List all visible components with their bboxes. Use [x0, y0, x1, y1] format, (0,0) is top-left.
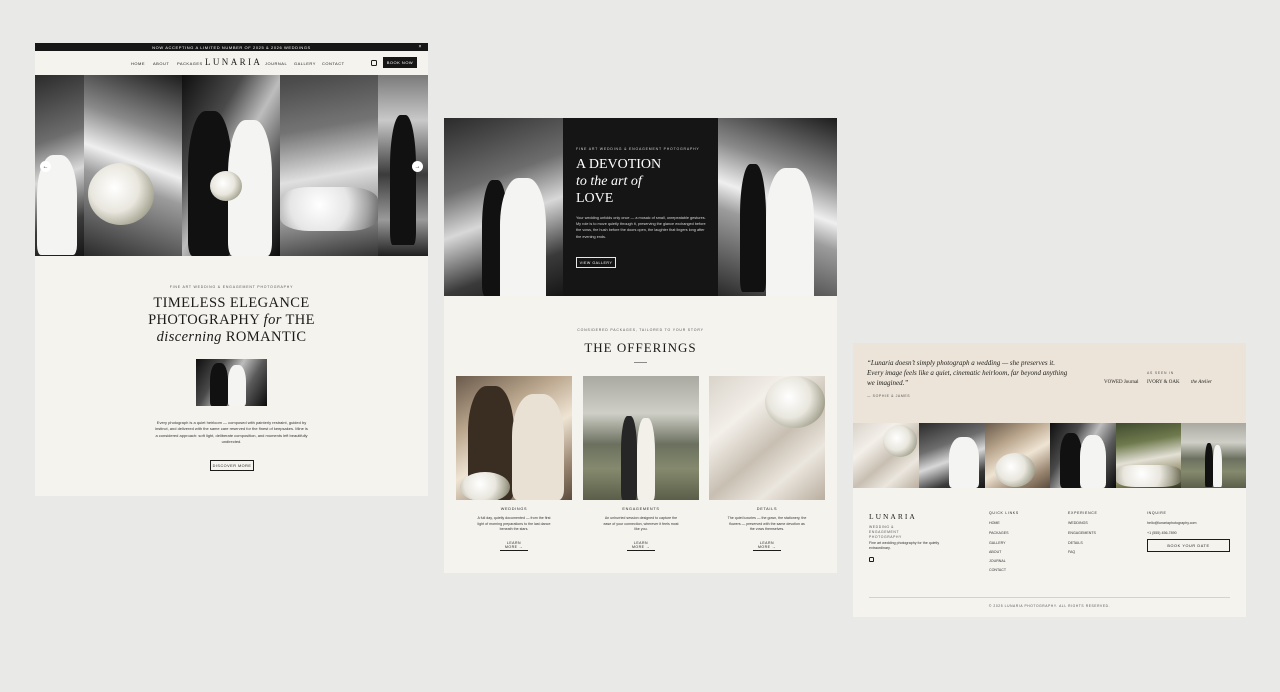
weddings-learn-more-link[interactable]: LEARN MORE →	[500, 541, 528, 551]
offering-body-weddings: A full day, quietly documented — from th…	[477, 516, 551, 532]
intro-paragraph: Every photograph is a quiet heirloom — c…	[155, 420, 308, 445]
intro-photo	[196, 359, 267, 406]
feed-photo-4	[1050, 423, 1116, 488]
footer-link-packages[interactable]: PACKAGES	[989, 531, 1009, 535]
testimonial-quote: “Lunaria doesn’t simply photograph a wed…	[867, 359, 1068, 387]
site-logo[interactable]: LUNARIA	[205, 57, 262, 67]
devotion-photo-right	[718, 118, 837, 296]
discover-more-button[interactable]: DISCOVER MORE	[210, 460, 254, 471]
nav-home[interactable]: HOME	[131, 61, 145, 66]
book-now-button[interactable]: BOOK NOW	[383, 57, 417, 68]
footer-preview: “Lunaria doesn’t simply photograph a wed…	[853, 343, 1246, 617]
details-learn-more-link[interactable]: LEARN MORE →	[753, 541, 781, 551]
main-nav: HOME ABOUT PACKAGES LUNARIA JOURNAL GALL…	[35, 51, 428, 75]
footer-link-contact[interactable]: CONTACT	[989, 568, 1006, 572]
footer-link-about[interactable]: ABOUT	[989, 550, 1001, 554]
offering-title-weddings: WEDDINGS	[500, 507, 528, 511]
as-seen-in-label: AS SEEN IN	[1147, 371, 1175, 375]
headline-line-2: PHOTOGRAPHY for THE	[148, 312, 315, 328]
footer-link-weddings[interactable]: WEDDINGS	[1068, 521, 1088, 525]
feed-photo-3	[985, 423, 1050, 488]
view-gallery-button[interactable]: VIEW GALLERY	[576, 257, 616, 268]
testimonial-band: “Lunaria doesn’t simply photograph a wed…	[853, 343, 1246, 423]
feed-photo-1	[853, 423, 919, 488]
testimonial-attribution: — SOPHIE & JAMES	[867, 394, 911, 398]
close-icon[interactable]: ×	[418, 44, 422, 50]
feed-photo-2	[919, 423, 985, 488]
devotion-text-block: FINE ART WEDDING & ENGAGEMENT PHOTOGRAPH…	[563, 118, 718, 296]
headline-line-3: discerning ROMANTIC	[156, 329, 307, 345]
nav-contact[interactable]: CONTACT	[322, 61, 345, 66]
footer-description: Fine art wedding photography for the qui…	[869, 541, 940, 551]
offering-title-details: DETAILS	[756, 507, 778, 511]
devotion-photo-left	[444, 118, 563, 296]
press-logo-ivory-oak: IVORY & OAK	[1147, 380, 1180, 385]
instagram-icon[interactable]	[869, 557, 874, 562]
nav-packages[interactable]: PACKAGES	[177, 61, 203, 66]
footer-link-gallery[interactable]: GALLERY	[989, 541, 1006, 545]
hero-photo-3	[182, 75, 280, 256]
homepage-preview: NOW ACCEPTING A LIMITED NUMBER OF 2025 &…	[35, 43, 428, 496]
offerings-preview: FINE ART WEDDING & ENGAGEMENT PHOTOGRAPH…	[444, 118, 837, 573]
footer-link-journal[interactable]: JOURNAL	[989, 559, 1006, 563]
engagements-learn-more-link[interactable]: LEARN MORE →	[627, 541, 655, 551]
feed-photo-5	[1116, 423, 1181, 488]
quick-links-heading: QUICK LINKS	[989, 511, 1019, 515]
nav-journal[interactable]: JOURNAL	[265, 61, 287, 66]
feed-photo-6	[1181, 423, 1246, 488]
footer-phone-link[interactable]: +1 (555) 456-7890	[1147, 531, 1177, 535]
slider-next-arrow-icon[interactable]: →	[412, 161, 423, 172]
footer-link-details[interactable]: DETAILS	[1068, 541, 1083, 545]
offerings-eyebrow: CONSIDERED PACKAGES, TAILORED TO YOUR ST…	[577, 328, 704, 332]
footer-link-home[interactable]: HOME	[989, 521, 1000, 525]
nav-about[interactable]: ABOUT	[153, 61, 169, 66]
instagram-icon[interactable]	[371, 60, 377, 66]
announcement-bar: NOW ACCEPTING A LIMITED NUMBER OF 2025 &…	[35, 43, 428, 51]
book-your-date-button[interactable]: BOOK YOUR DATE	[1147, 539, 1230, 552]
footer-email-link[interactable]: hello@lunariaphotography.com	[1147, 521, 1197, 525]
engagements-photo	[583, 376, 699, 500]
offering-body-engagements: An unhurried session designed to capture…	[603, 516, 679, 532]
devotion-title: A DEVOTION to the art of LOVE	[576, 157, 662, 206]
footer-link-faq[interactable]: FAQ	[1068, 550, 1075, 554]
title-divider	[634, 362, 647, 363]
offering-title-engagements: ENGAGEMENTS	[622, 507, 660, 511]
offering-body-details: The quiet luxuries — the gown, the stati…	[727, 516, 807, 532]
footer-divider	[869, 597, 1230, 598]
details-photo	[709, 376, 825, 500]
footer-subtitle: WEDDING & ENGAGEMENT PHOTOGRAPHY	[869, 525, 902, 539]
hero-headline: TIMELESS ELEGANCE PHOTOGRAPHY for THE di…	[35, 295, 428, 346]
nav-gallery[interactable]: GALLERY	[294, 61, 316, 66]
hero-photo-2	[84, 75, 182, 256]
hero-photo-4	[280, 75, 378, 256]
weddings-photo	[456, 376, 572, 500]
footer-logo[interactable]: LUNARIA	[869, 512, 917, 521]
hero-eyebrow: FINE ART WEDDING & ENGAGEMENT PHOTOGRAPH…	[169, 285, 294, 289]
devotion-paragraph: Your wedding unfolds only once — a mosai…	[576, 216, 706, 239]
footer-link-engagements[interactable]: ENGAGEMENTS	[1068, 531, 1096, 535]
inquire-heading: INQUIRE	[1147, 511, 1167, 515]
headline-line-1: TIMELESS ELEGANCE	[153, 295, 310, 311]
press-logo-atelier: the Atelier	[1191, 380, 1212, 385]
announcement-text: NOW ACCEPTING A LIMITED NUMBER OF 2025 &…	[152, 44, 311, 50]
slider-prev-arrow-icon[interactable]: ←	[40, 161, 51, 172]
experience-heading: EXPERIENCE	[1068, 511, 1098, 515]
footer-copyright: © 2025 LUNARIA PHOTOGRAPHY. ALL RIGHTS R…	[988, 604, 1111, 608]
offerings-title: THE OFFERINGS	[584, 340, 697, 355]
devotion-eyebrow: FINE ART WEDDING & ENGAGEMENT PHOTOGRAPH…	[576, 147, 700, 151]
press-logo-vowed: VOWED Journal	[1104, 380, 1139, 385]
